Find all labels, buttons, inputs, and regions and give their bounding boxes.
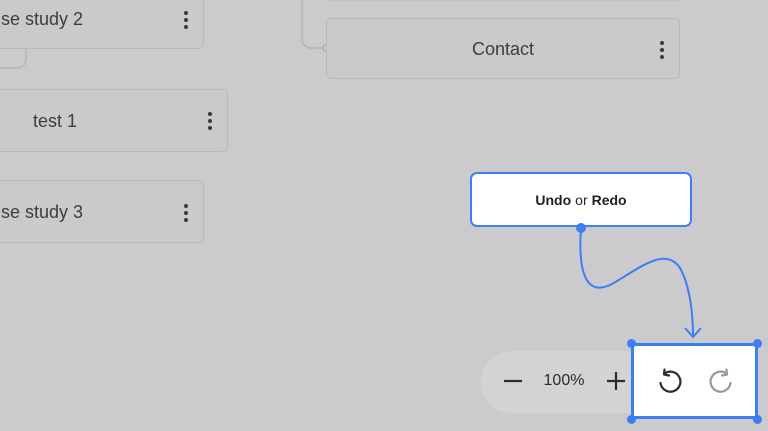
callout-curve [579,227,694,337]
zoom-out-button[interactable] [497,365,529,397]
history-controls [632,344,758,419]
selection-handle-bottom-right [753,415,762,424]
undo-icon [659,368,682,393]
undo-button[interactable] [653,365,687,399]
selection-handle-top-left [627,339,636,348]
selection-handle-top-right [753,339,762,348]
selection-handle-bottom-left [627,415,636,424]
redo-icon [709,368,732,393]
plus-icon [607,372,625,390]
zoom-in-button[interactable] [600,365,632,397]
redo-button[interactable] [704,365,738,399]
zoom-level: 100% [543,372,585,389]
minus-icon [504,379,522,383]
